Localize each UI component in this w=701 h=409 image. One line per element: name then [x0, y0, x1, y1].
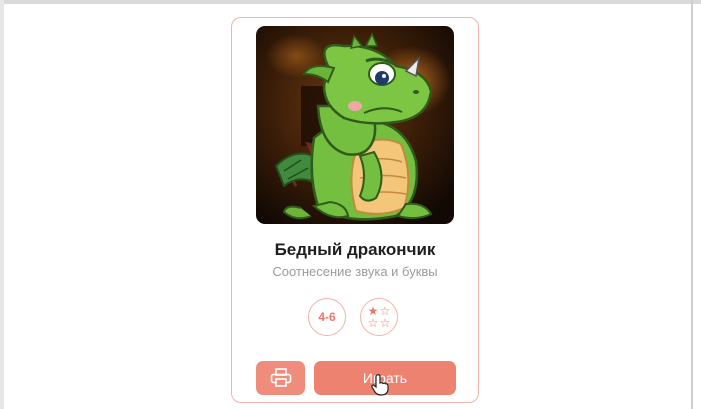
star-icon-empty: ☆	[379, 316, 391, 330]
hand-cursor-icon	[371, 374, 389, 396]
difficulty-stars: ★ ☆ ☆ ☆	[367, 305, 391, 329]
game-title: Бедный дракончик	[274, 240, 436, 259]
star-icon-empty: ☆	[367, 316, 379, 330]
dragon-illustration[interactable]	[256, 26, 454, 224]
game-subtitle: Соотнесение звука и буквы	[272, 264, 438, 279]
print-button[interactable]	[256, 361, 305, 395]
difficulty-badge: ★ ☆ ☆ ☆	[360, 298, 398, 336]
window-left-border	[0, 0, 4, 409]
window-top-border	[0, 0, 701, 4]
age-badge-label: 4-6	[318, 310, 336, 324]
printer-icon	[270, 368, 291, 387]
game-card[interactable]: Бедный дракончик Соотнесение звука и бук…	[231, 17, 479, 403]
age-badge: 4-6	[308, 298, 346, 336]
dragon-image	[256, 26, 454, 224]
window-right-border	[691, 0, 693, 409]
